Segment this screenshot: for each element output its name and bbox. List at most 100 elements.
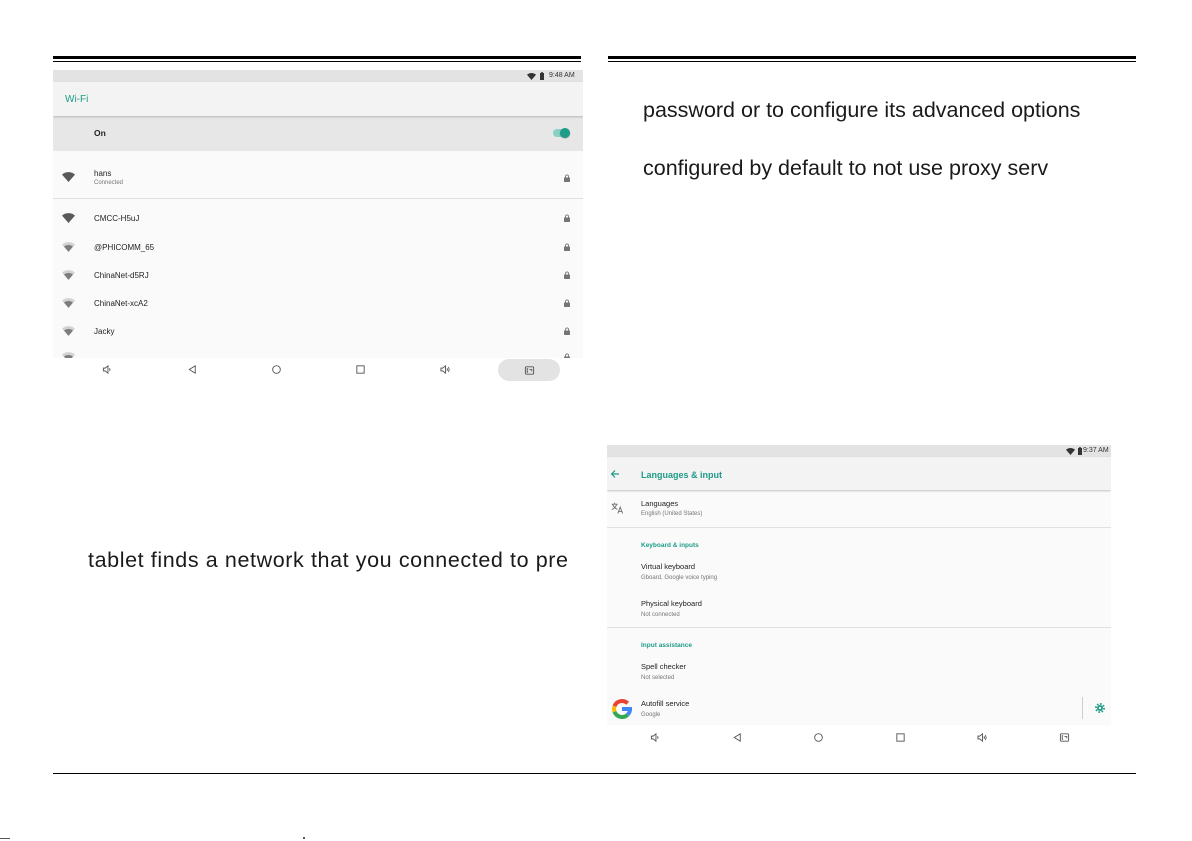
section-header: Input assistance	[641, 642, 692, 649]
lock-icon	[564, 271, 570, 279]
switch-label: On	[94, 128, 106, 138]
network-item[interactable]: ChinaNet-xcA2	[53, 289, 583, 317]
footer-rule	[53, 773, 1136, 774]
pref-summary: Gboard, Google voice typing	[641, 574, 718, 581]
page-title: Wi-Fi	[65, 94, 89, 105]
autofill-settings-button[interactable]	[1090, 698, 1110, 718]
back-button[interactable]	[727, 727, 747, 747]
network-item[interactable]: Jacky	[53, 317, 583, 345]
wifi-signal-icon	[62, 326, 75, 336]
translate-icon	[611, 502, 623, 514]
network-name: CMCC-H5uJ	[94, 213, 140, 223]
crop-mark	[303, 837, 305, 839]
network-item[interactable]: hans Connected	[53, 163, 583, 198]
recents-button[interactable]	[350, 359, 370, 379]
header-rule-left	[53, 56, 581, 59]
battery-icon	[540, 72, 544, 80]
volume-up-icon	[439, 364, 450, 374]
screenshot-button[interactable]	[1054, 727, 1074, 747]
volume-down-button[interactable]	[97, 359, 117, 379]
autofill-service-row[interactable]: Autofill service Google	[607, 690, 1111, 725]
lock-icon	[564, 214, 570, 222]
back-icon	[732, 732, 741, 742]
languages-input-screenshot: 9:37 AM Languages & input Languages Engl…	[607, 445, 1111, 750]
gear-icon	[1095, 703, 1105, 713]
network-name: ChinaNet-xcA2	[94, 298, 148, 308]
volume-down-icon	[102, 364, 110, 374]
home-button[interactable]	[266, 359, 286, 379]
toggle-thumb	[560, 128, 570, 138]
header-rule-right-thin	[608, 61, 1136, 62]
app-bar: Wi-Fi	[53, 82, 583, 116]
wifi-signal-icon	[62, 172, 75, 182]
app-bar: Languages & input	[607, 457, 1111, 490]
arrow-back-icon[interactable]	[610, 469, 620, 479]
languages-row[interactable]: Languages English (United States)	[607, 491, 1111, 527]
pref-title: Virtual keyboard	[641, 562, 696, 571]
network-item[interactable]: ChinaNet-d5RJ	[53, 261, 583, 289]
action-divider	[1082, 697, 1083, 719]
page-title: Languages & input	[641, 469, 722, 480]
pref-summary: Not connected	[641, 611, 680, 618]
volume-up-button[interactable]	[435, 359, 455, 379]
screenshot-icon	[524, 365, 534, 375]
lock-icon	[564, 243, 570, 251]
physical-keyboard-row[interactable]: Physical keyboard Not connected	[607, 590, 1111, 627]
header-rule-right	[608, 56, 1136, 59]
pref-title: Physical keyboard	[641, 599, 702, 608]
network-item[interactable]: CMCC-H5uJ	[53, 204, 583, 232]
status-bar: 9:48 AM	[53, 70, 583, 82]
section-divider	[607, 627, 1111, 628]
status-time: 9:48 AM	[549, 72, 575, 79]
lock-icon	[564, 327, 570, 335]
section-header: Keyboard & inputs	[641, 542, 699, 549]
navigation-bar	[53, 358, 583, 384]
list-divider	[53, 198, 583, 199]
status-bar: 9:37 AM	[607, 445, 1111, 457]
recents-icon	[355, 364, 365, 374]
network-list[interactable]: hans Connected CMCC-H5uJ @PHICOMM_65 Chi…	[53, 151, 583, 358]
volume-up-button[interactable]	[972, 727, 992, 747]
wifi-icon	[1066, 448, 1075, 455]
pref-title: Spell checker	[641, 662, 687, 671]
body-text-line: tablet finds a network that you connecte…	[88, 548, 569, 572]
wifi-icon	[527, 73, 536, 80]
network-name: @PHICOMM_65	[94, 242, 155, 252]
navigation-bar	[607, 725, 1111, 750]
screenshot-button[interactable]	[519, 360, 539, 380]
lock-icon	[564, 174, 570, 182]
network-item[interactable]: @PHICOMM_65	[53, 233, 583, 261]
pref-summary: English (United States)	[641, 511, 703, 517]
recents-icon	[895, 732, 905, 742]
network-name: hans	[94, 168, 112, 178]
pref-summary: Not selected	[641, 674, 675, 681]
spell-checker-row[interactable]: Spell checker Not selected	[607, 653, 1111, 690]
pref-title: Languages	[641, 499, 679, 508]
recents-button[interactable]	[890, 727, 910, 747]
wifi-signal-icon	[62, 213, 75, 223]
network-item[interactable]	[53, 343, 583, 358]
virtual-keyboard-row[interactable]: Virtual keyboard Gboard, Google voice ty…	[607, 553, 1111, 590]
back-button[interactable]	[182, 359, 202, 379]
lock-icon	[564, 299, 570, 307]
header-rule-left-thin	[53, 61, 581, 62]
volume-up-icon	[976, 732, 987, 742]
screenshot-icon	[1059, 732, 1069, 742]
network-name: ChinaNet-d5RJ	[94, 270, 149, 280]
wifi-toggle[interactable]	[551, 126, 573, 140]
body-text-line: configured by default to not use proxy s…	[643, 156, 1049, 180]
wifi-settings-screenshot: 9:48 AM Wi-Fi On hans Connected CMCC-H5u…	[53, 70, 583, 384]
wifi-signal-icon	[62, 270, 75, 280]
home-button[interactable]	[808, 727, 828, 747]
home-icon	[271, 364, 281, 374]
body-text-line: password or to configure its advanced op…	[643, 98, 1081, 122]
battery-icon	[1078, 447, 1082, 455]
wifi-master-switch-row[interactable]: On	[53, 116, 583, 151]
back-icon	[187, 364, 196, 374]
network-name: Jacky	[94, 326, 115, 336]
volume-down-button[interactable]	[645, 727, 665, 747]
pref-title: Autofill service	[641, 699, 690, 708]
crop-mark	[0, 838, 10, 839]
home-icon	[813, 732, 823, 742]
google-g-icon	[612, 699, 633, 719]
